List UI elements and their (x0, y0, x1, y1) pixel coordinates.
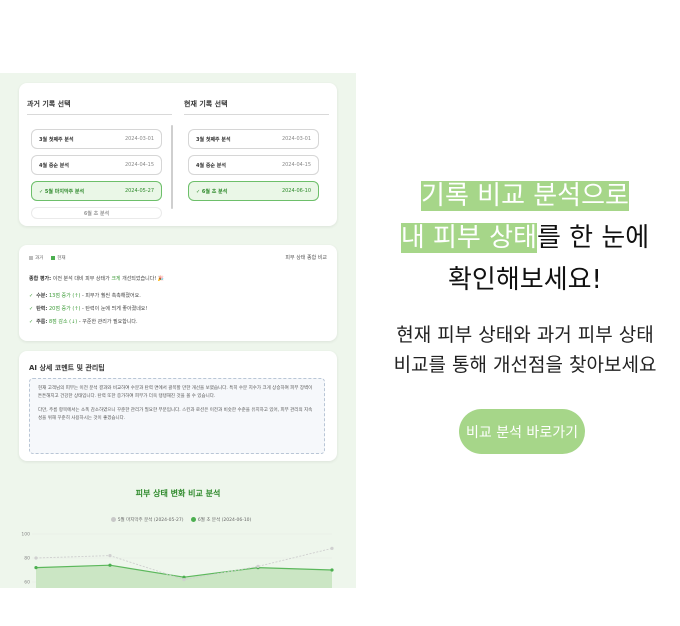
promo-subtitle: 현재 피부 상태와 과거 피부 상태 비교를 통해 개선점을 찾아보세요 (380, 320, 670, 380)
legend-square-icon (51, 255, 56, 260)
chart-point (256, 564, 260, 568)
record-date: 2024-03-01 (124, 136, 154, 142)
record-select-card: 과거 기록 선택 현재 기록 선택 3월 첫째주 분석 2024-03-01 4… (19, 83, 337, 226)
record-date: 2024-05-27 (124, 188, 154, 194)
record-date: 2024-06-10 (281, 188, 311, 194)
headline-line3: 확인해보세요! (448, 265, 602, 295)
record-date: 2024-04-15 (281, 162, 311, 168)
current-record-item[interactable]: 3월 첫째주 분석 2024-03-01 (188, 129, 319, 149)
record-name: ✓ 6월 초 분석 (196, 188, 228, 195)
headline-line2-marked: 내 피부 상태 (400, 223, 537, 253)
chart-y-tick: 80 (24, 556, 30, 562)
ai-comment-title: AI 상세 코멘트 및 관리팁 (29, 364, 105, 372)
chart-point (330, 568, 334, 572)
chart-title: 피부 상태 변화 비교 분석 (135, 489, 221, 498)
past-record-item[interactable]: 3월 첫째주 분석 2024-03-01 (31, 129, 162, 149)
comparison-legend: 과거 현재 (29, 255, 66, 261)
promo-headline: 기록 비교 분석으로 내 피부 상태를 한 눈에 확인해보세요! (380, 175, 670, 301)
chart-point (34, 556, 38, 560)
comparison-title: 피부 상태 종합 비교 (285, 255, 327, 261)
chart-point (108, 554, 112, 558)
overall-summary: 종합 평가: 이전 분석 대비 피부 상태가 크게 개선되었습니다! 🎉 (29, 276, 165, 282)
ai-comment-card: AI 상세 코멘트 및 관리팁 현재 고객님의 피부는 이전 분석 결과와 비교… (19, 351, 337, 461)
legend-dot-icon (190, 517, 196, 522)
ai-comment-paragraph: 다만, 주름 항목에서는 소폭 감소하였으니 꾸준한 관리가 필요한 부분입니다… (38, 408, 313, 421)
subtitle-line2: 비교를 통해 개선점을 찾아보세요 (393, 354, 657, 376)
app-preview-panel: 과거 기록 선택 현재 기록 선택 3월 첫째주 분석 2024-03-01 4… (0, 73, 356, 588)
ai-comment-paragraph: 현재 고객님의 피부는 이전 분석 결과와 비교하여 수분과 탄력 면에서 괄목… (38, 386, 313, 399)
record-name: 3월 첫째주 분석 (196, 136, 231, 143)
check-icon: ✓ (29, 293, 34, 299)
record-name: 3월 첫째주 분석 (39, 136, 74, 143)
compare-analysis-button[interactable]: 비교 분석 바로가기 (459, 409, 585, 454)
past-record-item-selected[interactable]: ✓ 5월 마지막주 분석 2024-05-27 (31, 181, 162, 201)
metric-item: ✓ 주름: 8점 감소 (↓) - 꾸준한 관리가 필요합니다. (29, 319, 138, 325)
record-date: 2024-04-15 (124, 162, 154, 168)
legend-current: 현재 (51, 255, 66, 261)
check-icon: ✓ (29, 306, 34, 312)
headline-line2-rest: 를 한 눈에 (536, 223, 650, 253)
metric-item: ✓ 탄력: 20점 증가 (↑) - 탄력이 눈에 띄게 좋아졌네요! (29, 306, 148, 312)
ai-comment-box: 현재 고객님의 피부는 이전 분석 결과와 비교하여 수분과 탄력 면에서 괄목… (29, 378, 325, 454)
current-record-item-selected[interactable]: ✓ 6월 초 분석 2024-06-10 (188, 181, 319, 201)
record-date: 2024-03-01 (281, 136, 311, 142)
metric-item: ✓ 수분: 13점 증가 (↑) - 피부가 훨씬 촉촉해졌어요. (29, 293, 141, 299)
metric-list: ✓ 수분: 13점 증가 (↑) - 피부가 훨씬 촉촉해졌어요. ✓ 탄력: 20… (29, 290, 147, 329)
legend-dot-icon (110, 517, 116, 522)
current-records-column: 현재 기록 선택 (184, 99, 329, 115)
chart-point (330, 546, 334, 550)
current-record-item[interactable]: 4월 중순 분석 2024-04-15 (188, 155, 319, 175)
legend-past: 과거 (29, 255, 43, 261)
past-records-column: 과거 기록 선택 (27, 99, 172, 115)
past-records-scrollbar[interactable] (171, 125, 173, 209)
record-name: 6월 초 분석 (83, 210, 110, 217)
chart-point (108, 563, 112, 567)
past-record-item-partial[interactable]: 6월 초 분석 (31, 207, 162, 219)
check-icon: ✓ (29, 319, 34, 325)
past-record-item[interactable]: 4월 중순 분석 2024-04-15 (31, 155, 162, 175)
record-name: 4월 중순 분석 (196, 162, 226, 169)
past-records-title: 과거 기록 선택 (27, 99, 172, 115)
skin-change-chart: 100 80 60 (21, 532, 334, 588)
subtitle-line1: 현재 피부 상태와 과거 피부 상태 (396, 324, 654, 346)
chart-y-tick: 100 (21, 532, 30, 538)
legend-square-icon (29, 255, 33, 260)
comparison-summary-card: 과거 현재 피부 상태 종합 비교 종합 평가: 이전 분석 대비 피부 상태가… (19, 245, 337, 341)
chart-point (182, 578, 186, 582)
headline-line1: 기록 비교 분석으로 (421, 181, 629, 211)
chart-point (34, 566, 38, 570)
chart-y-tick: 60 (24, 580, 30, 586)
record-name: ✓ 5월 마지막주 분석 (39, 188, 85, 195)
record-name: 4월 중순 분석 (39, 162, 69, 169)
current-records-title: 현재 기록 선택 (184, 99, 329, 115)
